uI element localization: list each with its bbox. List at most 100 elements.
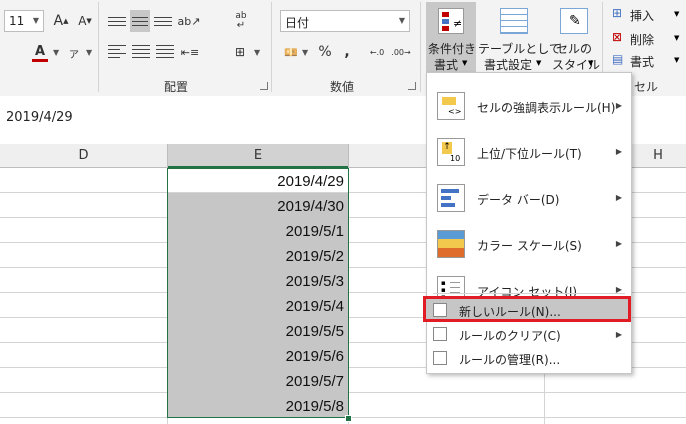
column-header-label: E xyxy=(253,147,263,163)
menu-item-label: 上位/下位ルール(T) xyxy=(477,147,582,161)
delete-label: 削除 xyxy=(630,33,655,47)
menu-item-label: データ バー(D) xyxy=(477,193,560,207)
align-bottom-icon[interactable] xyxy=(154,12,172,30)
chevron-down-icon: ▼ xyxy=(674,56,680,64)
conditional-format-label-2: 書式 xyxy=(434,58,459,72)
delete-icon: ⊠ xyxy=(612,30,623,44)
shrink-font-icon[interactable]: A ▼ xyxy=(74,10,96,32)
group-label-alignment: 配置 xyxy=(164,80,189,94)
decrease-decimal-icon[interactable]: .00→ xyxy=(391,42,410,62)
conditional-format-icon: ≠ xyxy=(438,8,464,34)
comma-style-icon[interactable]: , xyxy=(340,42,354,62)
chevron-right-icon: ▶ xyxy=(615,101,622,110)
align-center-icon[interactable] xyxy=(132,42,150,60)
grow-font-icon[interactable]: A ▲ xyxy=(50,10,72,32)
menu-item-highlight-rules[interactable]: <> セルの強調表示ルール(H) ▶ xyxy=(427,83,631,129)
format-button[interactable]: ▤ 書式 ▼ xyxy=(612,52,682,70)
dialog-launcher-icon[interactable] xyxy=(408,82,416,90)
insert-icon: ⊞ xyxy=(612,6,623,20)
group-label-cells: セル xyxy=(634,80,659,94)
format-label: 書式 xyxy=(630,55,655,69)
cell-e2[interactable]: 2019/4/30 xyxy=(168,194,348,218)
cell-styles-icon: ✎ xyxy=(560,8,588,34)
delete-button[interactable]: ⊠ 削除 ▼ xyxy=(612,30,682,48)
cell-e4[interactable]: 2019/5/2 xyxy=(168,244,348,268)
orientation-icon[interactable]: ab↗ xyxy=(178,10,201,32)
chevron-right-icon: ▶ xyxy=(615,193,622,202)
font-color-icon[interactable]: A xyxy=(30,42,50,64)
menu-item-clear-rules[interactable]: ルールのクリア(C) ▶ xyxy=(427,323,631,345)
dialog-launcher-icon[interactable] xyxy=(260,82,268,90)
number-format-value: 日付 xyxy=(285,16,310,30)
group-divider xyxy=(420,2,421,92)
chevron-down-icon[interactable]: ▼ xyxy=(302,48,308,57)
format-as-table-button[interactable]: テーブルとして 書式設定 ▼ xyxy=(478,2,561,72)
cell-e1[interactable]: 2019/4/29 xyxy=(168,169,348,193)
cell-e5[interactable]: 2019/5/3 xyxy=(168,269,348,293)
increase-decimal-icon[interactable]: ←.0 xyxy=(368,42,386,62)
new-rule-highlight-box xyxy=(423,296,631,322)
number-format-dropdown[interactable]: 日付 ▼ xyxy=(280,10,410,32)
menu-item-manage-rules[interactable]: ルールの管理(R)... xyxy=(427,347,631,369)
currency-icon[interactable]: 💴 xyxy=(282,42,300,62)
cell-e8[interactable]: 2019/5/6 xyxy=(168,344,348,368)
menu-item-label: カラー スケール(S) xyxy=(477,239,582,253)
chevron-down-icon: ▼ xyxy=(32,16,39,25)
menu-item-label: ルールのクリア(C) xyxy=(459,329,561,343)
insert-button[interactable]: ⊞ 挿入 ▼ xyxy=(612,6,682,24)
manage-rules-icon xyxy=(433,351,447,365)
format-as-table-label-2: 書式設定 xyxy=(484,58,533,72)
percent-icon[interactable]: % xyxy=(316,42,334,62)
column-header-label: H xyxy=(653,148,663,163)
chevron-down-icon[interactable]: ▼ xyxy=(254,48,260,57)
header-divider xyxy=(167,144,168,168)
menu-item-data-bars[interactable]: データ バー(D) ▶ xyxy=(427,175,631,221)
chevron-right-icon: ▶ xyxy=(615,147,622,156)
group-divider xyxy=(271,2,272,92)
conditional-format-label-1: 条件付き xyxy=(428,42,477,56)
group-divider xyxy=(98,2,99,92)
indent-icon[interactable]: ⇤≡ xyxy=(180,42,200,62)
align-right-icon[interactable] xyxy=(156,42,174,60)
cell-styles-button[interactable]: ✎ セルの スタイル ▼ xyxy=(548,2,600,72)
highlight-rules-icon: <> xyxy=(437,92,465,120)
cell-e9[interactable]: 2019/5/7 xyxy=(168,369,348,393)
menu-item-color-scales[interactable]: カラー スケール(S) ▶ xyxy=(427,221,631,267)
menu-item-label: ルールの管理(R)... xyxy=(459,353,561,367)
menu-item-label: セルの強調表示ルール(H) xyxy=(477,101,616,115)
header-divider xyxy=(348,144,349,168)
chevron-down-icon: ▼ xyxy=(674,34,680,42)
insert-label: 挿入 xyxy=(630,9,655,23)
group-label-number: 数値 xyxy=(330,80,355,94)
cell-styles-label-1: セルの xyxy=(556,42,593,56)
column-header-d[interactable]: D xyxy=(0,144,167,168)
merge-center-icon[interactable]: ⊞ xyxy=(230,42,250,62)
column-header-e[interactable]: E xyxy=(168,144,348,168)
conditional-format-button[interactable]: ≠ 条件付き 書式 ▼ xyxy=(426,2,476,72)
cell-e3[interactable]: 2019/5/1 xyxy=(168,219,348,243)
cell-e7[interactable]: 2019/5/5 xyxy=(168,319,348,343)
formula-bar-value: 2019/4/29 xyxy=(6,110,73,125)
chevron-down-icon: ▼ xyxy=(398,16,405,25)
font-size-box[interactable]: 11 ▼ xyxy=(4,10,44,32)
chevron-right-icon: ▶ xyxy=(615,239,622,248)
column-header-h[interactable]: H xyxy=(630,144,686,168)
phonetic-icon[interactable]: ア xyxy=(64,42,84,64)
chevron-down-icon[interactable]: ▼ xyxy=(86,48,92,57)
format-icon: ▤ xyxy=(612,52,624,66)
color-scales-icon xyxy=(437,230,465,258)
chevron-down-icon[interactable]: ▼ xyxy=(53,48,59,57)
align-left-icon[interactable] xyxy=(108,42,126,60)
menu-separator xyxy=(433,293,625,294)
conditional-format-menu: <> セルの強調表示ルール(H) ▶ ↑ 10 上位/下位ルール(T) ▶ データ… xyxy=(423,72,632,374)
wrap-text-icon[interactable]: ab ↵ xyxy=(230,10,252,32)
chevron-down-icon: ▼ xyxy=(588,59,594,67)
menu-item-top-bottom-rules[interactable]: ↑ 10 上位/下位ルール(T) ▶ xyxy=(427,129,631,175)
cell-e6[interactable]: 2019/5/4 xyxy=(168,294,348,318)
align-top-icon[interactable] xyxy=(108,12,126,30)
clear-rules-icon xyxy=(433,327,447,341)
data-bars-icon xyxy=(437,184,465,212)
font-size-value: 11 xyxy=(9,14,25,28)
align-middle-icon[interactable] xyxy=(130,10,150,32)
cell-e10[interactable]: 2019/5/8 xyxy=(168,394,348,418)
